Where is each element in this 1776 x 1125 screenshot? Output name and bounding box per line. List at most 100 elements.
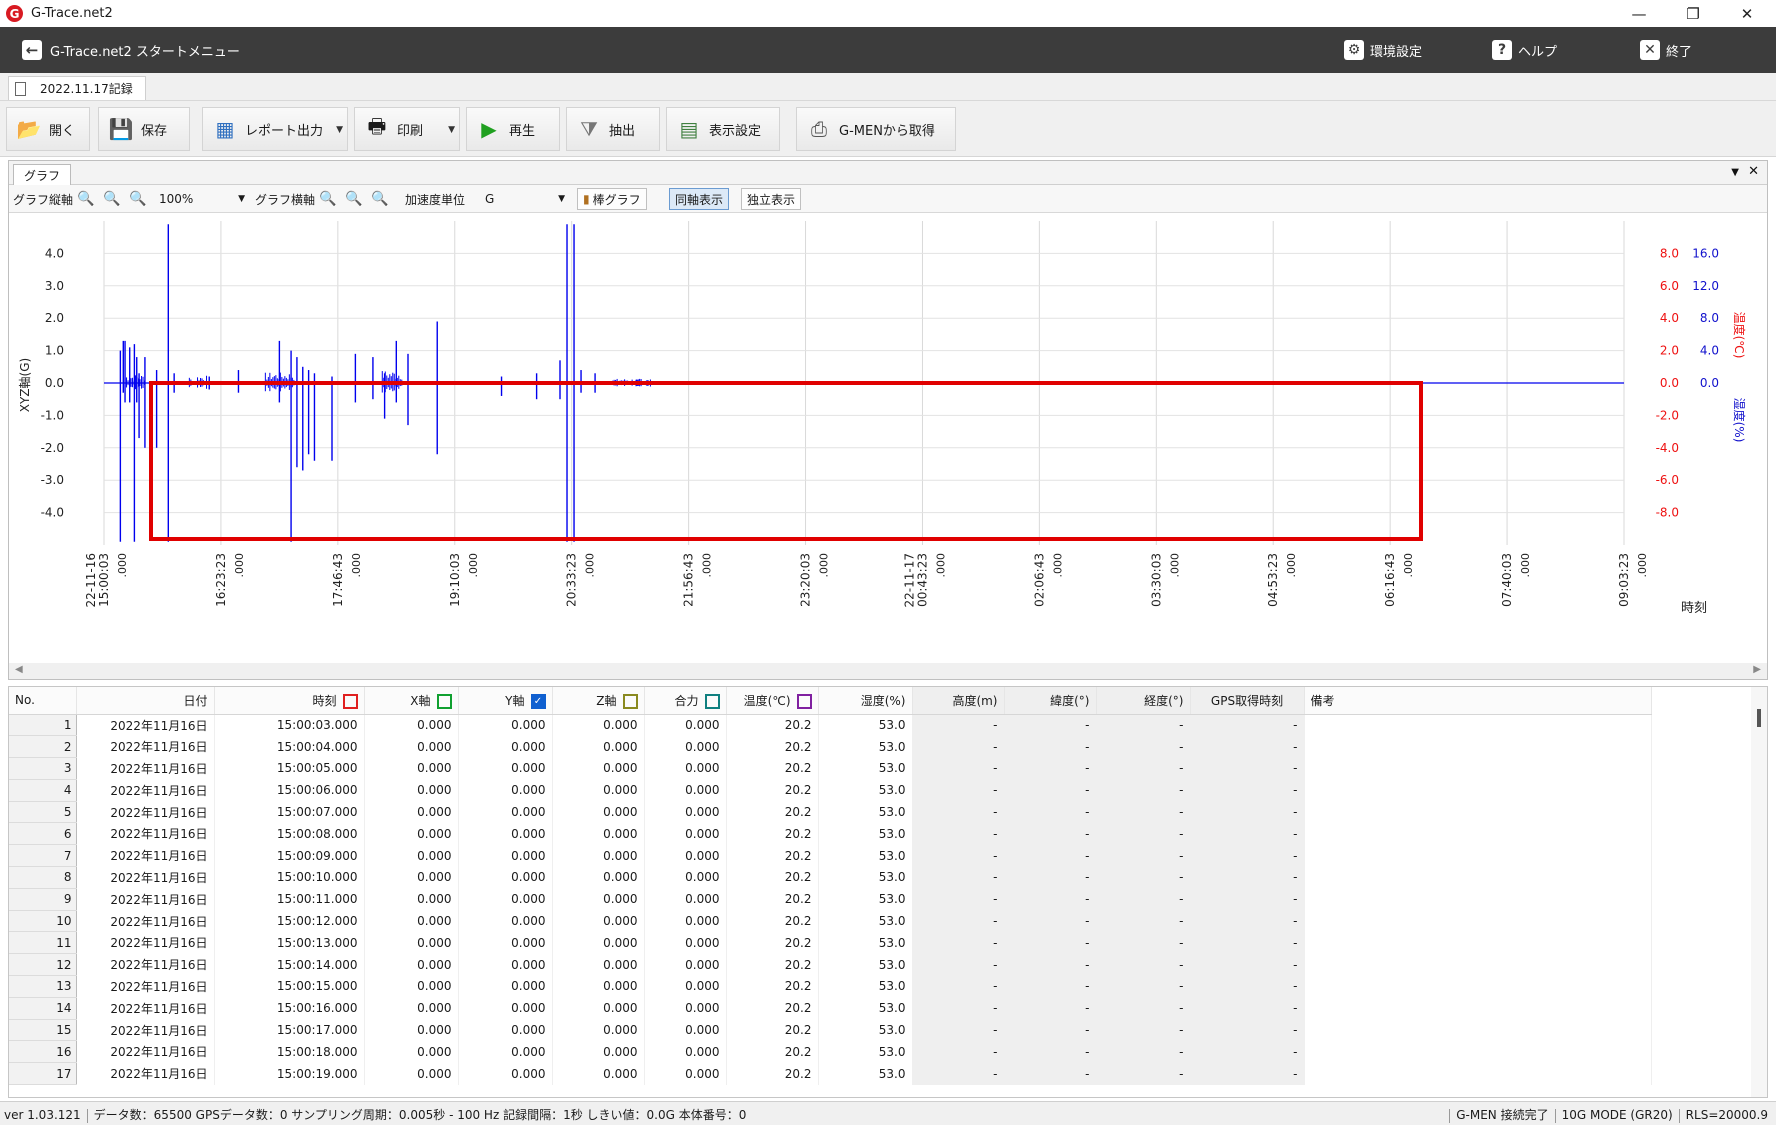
col-z[interactable]: Z軸 <box>552 687 645 715</box>
same-axis-button[interactable]: 同軸表示 <box>669 188 730 210</box>
cell-gps: - <box>1190 953 1305 976</box>
cell-alt: - <box>912 844 1005 867</box>
y-toggle-checkbox[interactable] <box>436 693 452 709</box>
sum-toggle-checkbox[interactable] <box>622 693 638 709</box>
table-row[interactable]: 16 2022年11月16日 15:00:18.000 0.000 0.000 0.000… <box>9 1040 1652 1064</box>
scroll-left-icon[interactable]: ◀ <box>15 664 23 675</box>
table-row[interactable]: 9 2022年11月16日 15:00:11.000 0.000 0.000 0.000 0… <box>9 888 1652 911</box>
cell-y: 0.000 <box>458 1019 553 1041</box>
bar-graph-button[interactable]: ▮ 棒グラフ <box>577 188 647 210</box>
tab-graph[interactable]: グラフ <box>13 164 72 185</box>
table-row[interactable]: 14 2022年11月16日 15:00:16.000 0.000 0.000 0.000… <box>9 997 1652 1020</box>
report-output-button[interactable]: ▦ レポート出力 ▼ <box>202 107 348 151</box>
cell-temp: 20.2 <box>726 953 819 976</box>
x-tick-ms: .000 <box>1051 553 1064 578</box>
table-row[interactable]: 10 2022年11月16日 15:00:12.000 0.000 0.000 0.000… <box>9 910 1652 933</box>
table-row[interactable]: 15 2022年11月16日 15:00:17.000 0.000 0.000 0.000… <box>9 1019 1652 1042</box>
zoom-out-icon[interactable]: 🔍 <box>103 190 121 208</box>
cell-sum: 0.000 <box>644 735 727 758</box>
save-button[interactable]: 💾 保存 <box>98 107 190 151</box>
zoom-in-icon[interactable]: 🔍 <box>77 190 95 208</box>
table-row[interactable]: 11 2022年11月16日 15:00:13.000 0.000 0.000 0.000… <box>9 931 1652 955</box>
document-tab[interactable]: 2022.11.17記録 <box>8 76 146 100</box>
x-tick-text: 21:56:43 <box>682 553 696 607</box>
cell-alt: - <box>912 822 1005 845</box>
zoom-reset-icon[interactable]: 🔍 <box>129 190 147 208</box>
exit-button[interactable]: ✕ 終了 <box>1640 38 1692 62</box>
zoom-reset-icon[interactable]: 🔍 <box>371 190 389 208</box>
back-arrow-icon[interactable]: ← <box>22 40 42 60</box>
table-row[interactable]: 2 2022年11月16日 15:00:04.000 0.000 0.000 0.000 0… <box>9 735 1652 759</box>
table-row[interactable]: 17 2022年11月16日 15:00:19.000 0.000 0.000 0.000… <box>9 1062 1652 1086</box>
humid-toggle-checkbox[interactable] <box>796 693 812 709</box>
col-alt[interactable]: 高度(m) <box>912 687 1005 715</box>
col-time[interactable]: 時刻 <box>214 687 365 715</box>
table-row[interactable]: 6 2022年11月16日 15:00:08.000 0.000 0.000 0.000 0… <box>9 822 1652 846</box>
col-humid[interactable]: 湿度(%) <box>818 687 913 715</box>
table-row[interactable]: 3 2022年11月16日 15:00:05.000 0.000 0.000 0.000 0… <box>9 757 1652 780</box>
x-toggle-checkbox[interactable] <box>342 693 358 709</box>
cell-lat: - <box>1004 975 1097 998</box>
col-note[interactable]: 備考 <box>1304 687 1652 715</box>
minimize-button[interactable]: — <box>1616 0 1662 27</box>
scroll-right-icon[interactable]: ▶ <box>1753 664 1761 675</box>
col-x[interactable]: X軸 <box>364 687 459 715</box>
col-date[interactable]: 日付 <box>76 687 215 715</box>
panel-menu-chevron-icon[interactable]: ▼ <box>1731 167 1739 178</box>
cell-sum: 0.000 <box>644 975 727 998</box>
settings-label: 環境設定 <box>1370 44 1423 60</box>
start-menu-title[interactable]: G-Trace.net2 スタートメニュー <box>50 41 240 60</box>
x-tick-text: 15:00:03 <box>97 553 111 607</box>
scroll-thumb[interactable] <box>1757 709 1761 727</box>
cell-lat: - <box>1004 757 1097 780</box>
zoom-select[interactable]: 100% ▼ <box>159 189 249 209</box>
status-divider <box>1678 1108 1680 1123</box>
col-y[interactable]: Y軸 ✓ <box>458 687 553 715</box>
col-temp[interactable]: 温度(℃) <box>726 687 819 715</box>
table-row[interactable]: 5 2022年11月16日 15:00:07.000 0.000 0.000 0.000 0… <box>9 801 1652 824</box>
table-row[interactable]: 8 2022年11月16日 15:00:10.000 0.000 0.000 0.000 0… <box>9 866 1652 889</box>
independent-display-button[interactable]: 独立表示 <box>741 188 802 210</box>
temp-tick-label: 6.0 <box>1660 279 1679 293</box>
table-row[interactable]: 4 2022年11月16日 15:00:06.000 0.000 0.000 0.000 0… <box>9 779 1652 802</box>
chevron-down-icon: ▼ <box>558 194 565 204</box>
gmen-get-button[interactable]: ⎙ G-MENから取得 <box>796 107 956 151</box>
extract-button[interactable]: ⧩ 抽出 <box>566 107 660 151</box>
help-button[interactable]: ? ヘルプ <box>1492 38 1557 62</box>
x-tick-ms: .000 <box>1402 553 1415 578</box>
panel-close-icon[interactable]: ✕ <box>1748 164 1759 179</box>
accel-unit-select[interactable]: G ▼ <box>485 189 569 209</box>
open-button[interactable]: 📂 開く <box>6 107 90 151</box>
col-no[interactable]: No. <box>9 687 77 715</box>
table-row[interactable]: 12 2022年11月16日 15:00:14.000 0.000 0.000 0.000… <box>9 953 1652 977</box>
close-window-button[interactable]: ✕ <box>1724 0 1770 27</box>
cell-x: 0.000 <box>364 735 459 758</box>
zoom-in-icon[interactable]: 🔍 <box>319 190 337 208</box>
chevron-down-icon[interactable]: ▼ <box>336 125 343 135</box>
cell-temp: 20.2 <box>726 822 819 845</box>
cell-note <box>1304 779 1652 802</box>
device-icon: ⎙ <box>811 117 827 141</box>
temp-toggle-checkbox[interactable] <box>704 693 720 709</box>
document-tab-label: 2022.11.17記録 <box>40 82 133 96</box>
table-row[interactable]: 13 2022年11月16日 15:00:15.000 0.000 0.000 0.000… <box>9 975 1652 998</box>
settings-button[interactable]: ⚙ 環境設定 <box>1344 38 1422 62</box>
display-settings-button[interactable]: ▤ 表示設定 <box>666 107 780 151</box>
zoom-out-icon[interactable]: 🔍 <box>345 190 363 208</box>
print-button[interactable]: 🖶 印刷 ▼ <box>354 107 460 151</box>
chevron-down-icon[interactable]: ▼ <box>448 125 455 135</box>
col-sum[interactable]: 合力 <box>644 687 727 715</box>
cell-x: 0.000 <box>364 910 459 932</box>
horizontal-scrollbar[interactable]: ◀ ▶ <box>9 663 1767 679</box>
table-row[interactable]: 1 2022年11月16日 15:00:03.000 0.000 0.000 0.000 0… <box>9 714 1652 737</box>
restore-button[interactable]: ❐ <box>1670 0 1716 27</box>
z-toggle-checkbox[interactable]: ✓ <box>530 693 546 709</box>
vertical-scrollbar[interactable] <box>1751 687 1767 1097</box>
play-button[interactable]: ▶ 再生 <box>466 107 560 151</box>
table-row[interactable]: 7 2022年11月16日 15:00:09.000 0.000 0.000 0.000 0… <box>9 844 1652 868</box>
col-gps[interactable]: GPS取得時刻 <box>1190 687 1305 715</box>
cell-x: 0.000 <box>364 866 459 889</box>
col-lon[interactable]: 経度(°) <box>1096 687 1191 715</box>
x-tick-label: 03:30:03 <box>1149 553 1163 607</box>
col-lat[interactable]: 緯度(°) <box>1004 687 1097 715</box>
